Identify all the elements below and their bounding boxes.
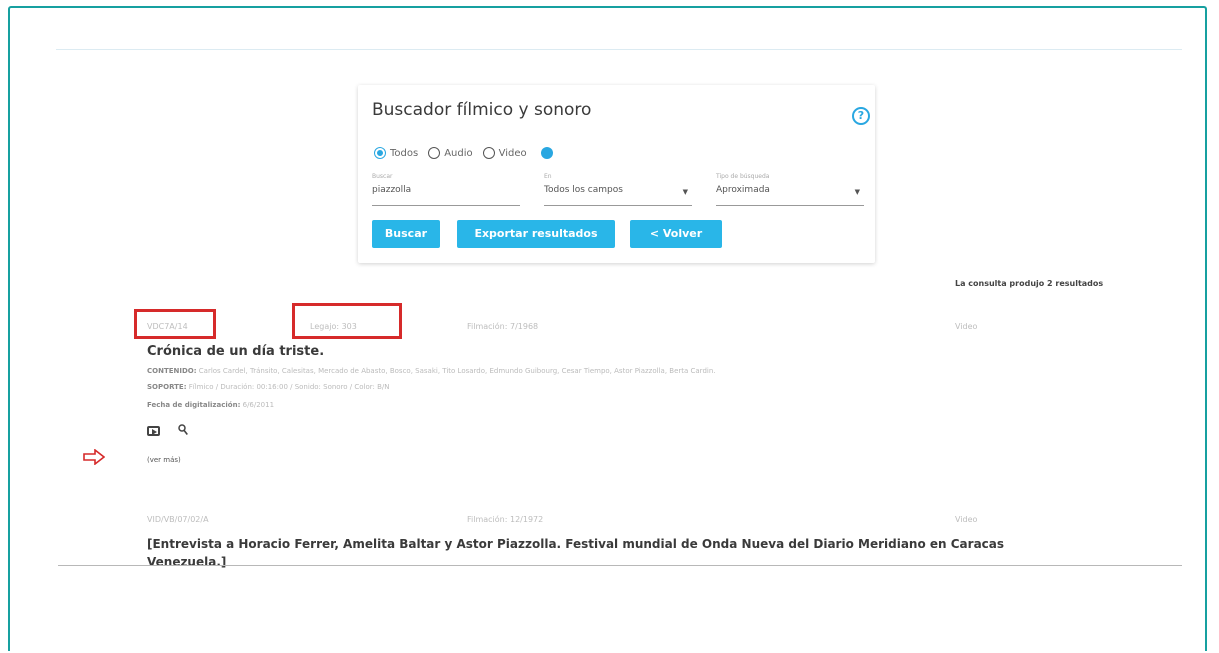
radio-video-label: Video (498, 147, 527, 159)
radio-todos-label: Todos (390, 147, 419, 159)
search-field-value: Todos los campos (544, 185, 623, 195)
result-filmacion: Filmación: 7/1968 (467, 322, 539, 331)
arrow-right-icon (83, 449, 105, 465)
radio-video[interactable] (482, 147, 495, 159)
fecha-label: Fecha de digitalización: (147, 401, 241, 409)
search-input-label: Buscar (372, 173, 393, 180)
annotation-box-legajo (292, 303, 402, 339)
search-field-select[interactable]: En Todos los campos ▼ (544, 173, 692, 206)
radio-extra-indicator[interactable] (540, 147, 553, 159)
result-type: Video (955, 322, 978, 331)
radio-audio-label: Audio (444, 147, 473, 159)
soporte-value: Fílmico / Duración: 00:16:00 / Sonido: S… (188, 383, 390, 391)
ver-mas-link[interactable]: (ver más) (147, 456, 181, 464)
chevron-down-icon: ▼ (682, 188, 688, 196)
radio-audio[interactable] (428, 147, 441, 159)
search-input-value: piazzolla (372, 185, 412, 195)
result-title[interactable]: Crónica de un día triste. (147, 344, 324, 359)
video-play-icon[interactable] (147, 426, 160, 436)
search-field-label: En (544, 173, 552, 180)
search-input[interactable]: Buscar piazzolla (372, 173, 520, 206)
contenido-value: Carlos Cardel, Tránsito, Calesitas, Merc… (198, 367, 716, 375)
result-count: La consulta produjo 2 resultados (955, 279, 1104, 288)
header-divider (56, 49, 1182, 50)
result-code: VDC7A/14 (147, 322, 188, 331)
result-contenido: CONTENIDO: Carlos Cardel, Tránsito, Cale… (147, 367, 716, 375)
fecha-value: 6/6/2011 (242, 401, 275, 409)
result-soporte: SOPORTE: Fílmico / Duración: 00:16:00 / … (147, 383, 390, 391)
result-type: Video (955, 515, 978, 524)
media-type-filter: Todos Audio Video (374, 147, 553, 159)
result-fecha: Fecha de digitalización: 6/6/2011 (147, 401, 274, 409)
search-panel: Buscador fílmico y sonoro ? Todos Audio … (358, 85, 875, 263)
contenido-label: CONTENIDO: (147, 367, 197, 375)
search-type-select[interactable]: Tipo de búsqueda Aproximada ▼ (716, 173, 864, 206)
content-divider (58, 565, 1182, 566)
chevron-down-icon: ▼ (854, 188, 860, 196)
search-type-value: Aproximada (716, 185, 770, 195)
result-code: VID/VB/07/02/A (147, 515, 209, 524)
soporte-label: SOPORTE: (147, 383, 187, 391)
radio-todos[interactable] (374, 147, 386, 159)
search-type-label: Tipo de búsqueda (716, 173, 770, 180)
search-title: Buscador fílmico y sonoro (372, 100, 592, 120)
result-filmacion: Filmación: 12/1972 (467, 515, 544, 524)
search-button[interactable]: Buscar (372, 220, 440, 248)
search-icon[interactable] (178, 424, 188, 436)
export-results-button[interactable]: Exportar resultados (457, 220, 615, 248)
back-button[interactable]: < Volver (630, 220, 722, 248)
result-legajo: Legajo: 303 (310, 322, 357, 331)
help-icon[interactable]: ? (852, 107, 870, 125)
